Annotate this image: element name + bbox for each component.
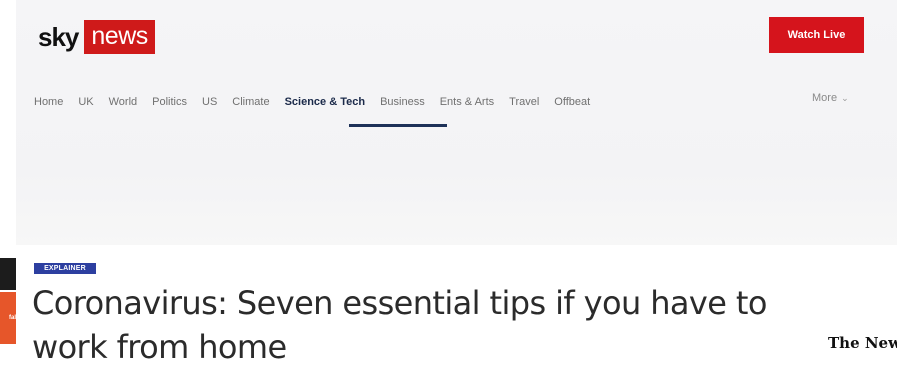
watch-live-button[interactable]: Watch Live: [769, 17, 864, 53]
site-header: sky news Watch Live Home UK World Politi…: [16, 0, 897, 245]
main-nav: Home UK World Politics US Climate Scienc…: [34, 92, 605, 112]
sky-news-page: sky news Watch Live Home UK World Politi…: [16, 0, 897, 368]
nav-item-science-tech[interactable]: Science & Tech: [285, 96, 366, 108]
strip-text: fal: [8, 315, 16, 321]
more-label: More: [812, 92, 838, 104]
nav-item-ents-arts[interactable]: Ents & Arts: [440, 96, 494, 108]
nav-item-politics[interactable]: Politics: [152, 96, 187, 108]
chevron-down-icon: ⌄: [841, 92, 849, 103]
adjacent-thumbnail-strip: fal: [0, 250, 16, 368]
nyt-logo-fragment: The New: [828, 334, 897, 352]
nav-item-offbeat[interactable]: Offbeat: [554, 96, 590, 108]
logo-news-text: news: [84, 20, 155, 54]
explainer-badge: EXPLAINER: [34, 263, 96, 274]
sky-news-logo[interactable]: sky news: [38, 20, 155, 54]
nav-item-home[interactable]: Home: [34, 96, 63, 108]
nav-item-business[interactable]: Business: [380, 96, 425, 108]
active-nav-indicator: [349, 124, 447, 127]
nav-item-world[interactable]: World: [109, 96, 138, 108]
more-menu-button[interactable]: More ⌄: [812, 92, 849, 104]
nav-item-travel[interactable]: Travel: [509, 96, 539, 108]
strip-dark-block: [0, 258, 16, 290]
article-headline: Coronavirus: Seven essential tips if you…: [32, 284, 767, 366]
nav-item-us[interactable]: US: [202, 96, 217, 108]
nav-item-climate[interactable]: Climate: [232, 96, 269, 108]
logo-sky-text: sky: [38, 21, 79, 52]
strip-orange-block: fal: [0, 292, 16, 344]
nav-item-uk[interactable]: UK: [78, 96, 93, 108]
